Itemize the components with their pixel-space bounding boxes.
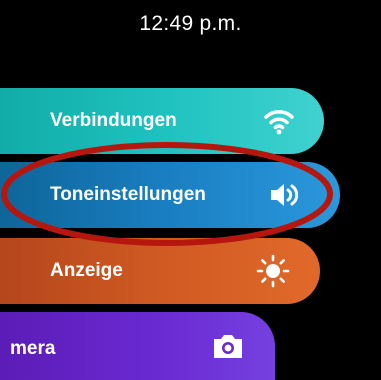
menu-item-label: Anzeige xyxy=(50,260,123,281)
menu-item-camera[interactable]: mera xyxy=(0,312,275,380)
watch-screen: 12:49 p.m. Verbindungen Toneinstellungen… xyxy=(0,0,381,380)
menu-item-label: Toneinstellungen xyxy=(50,184,206,205)
brightness-icon xyxy=(256,254,290,288)
menu-item-sound-settings[interactable]: Toneinstellungen xyxy=(0,162,340,228)
wifi-icon xyxy=(262,104,296,138)
camera-icon xyxy=(211,329,245,363)
menu-item-label: mera xyxy=(10,338,56,359)
menu-item-connections[interactable]: Verbindungen xyxy=(0,88,324,154)
status-time: 12:49 p.m. xyxy=(139,12,242,35)
speaker-icon xyxy=(268,178,302,212)
menu-item-label: Verbindungen xyxy=(50,110,177,131)
menu-item-display[interactable]: Anzeige xyxy=(0,238,320,304)
